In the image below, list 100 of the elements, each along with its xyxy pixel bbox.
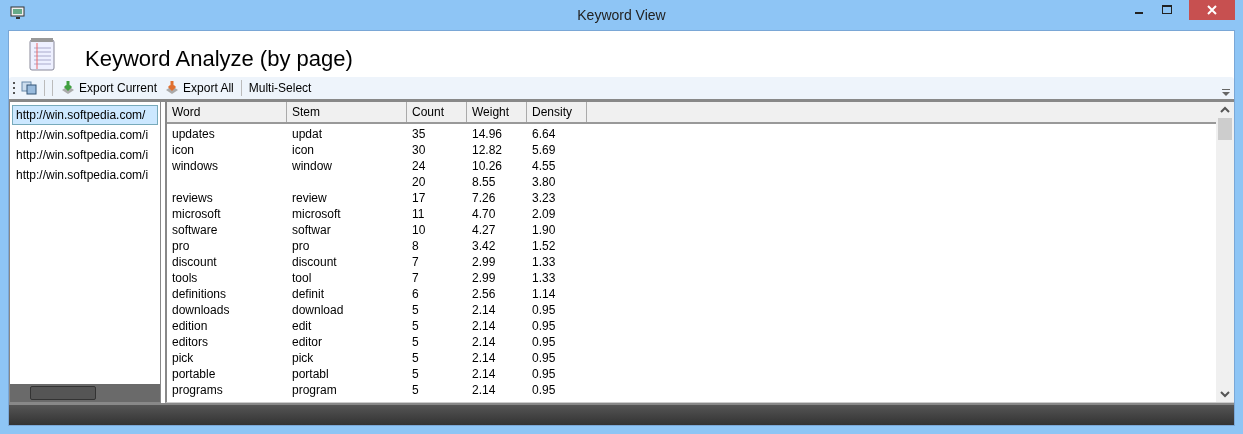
close-button[interactable]: [1189, 0, 1235, 20]
column-header[interactable]: Density: [527, 102, 587, 122]
table-cell-text: edition: [171, 318, 209, 334]
url-item[interactable]: http://win.softpedia.com/: [12, 105, 158, 125]
table-cell-text: 1.90: [531, 222, 557, 238]
table-cell-text: 2.14: [471, 382, 497, 398]
table-cell-text: review: [291, 190, 328, 206]
table-cell-text: 3.80: [531, 174, 557, 190]
table-cell-text: 3.23: [531, 190, 557, 206]
table-cell-text: 12.82: [471, 142, 504, 158]
export-all-button[interactable]: Export All: [162, 80, 236, 96]
table-cell-text: definitions: [171, 286, 228, 302]
table-cell-text: windows: [171, 158, 220, 174]
table-cell-text: 3.42: [471, 238, 497, 254]
notepad-icon: [29, 37, 55, 71]
table-cell-text: 5: [411, 350, 420, 366]
table-cell-text: 8.55: [471, 174, 497, 190]
maximize-icon: [1162, 5, 1172, 15]
table-cell-text: 4.27: [471, 222, 497, 238]
table-cell-text: microsoft: [171, 206, 222, 222]
table-cell-text: 7.26: [471, 190, 497, 206]
table-cell-text: tools: [171, 270, 199, 286]
table-cell-text: 2.14: [471, 334, 497, 350]
table-cell-text: editors: [171, 334, 210, 350]
table-cell-text: 7: [411, 254, 420, 270]
table-cell-text: pro: [171, 238, 191, 254]
scroll-up-icon[interactable]: [1220, 106, 1230, 114]
close-icon: [1207, 5, 1217, 15]
table-cell-text: 2.14: [471, 350, 497, 366]
table-cell-text: 0.95: [531, 302, 557, 318]
table-cell-text: window: [291, 158, 334, 174]
table-cell-text: 2.14: [471, 318, 497, 334]
table-cell-text: 7: [411, 270, 420, 286]
table-cell-text: 0.95: [531, 366, 557, 382]
scrollbar-thumb[interactable]: [1218, 118, 1232, 140]
table-cell-text: updates: [171, 126, 216, 142]
table-cell-text: portable: [171, 366, 217, 382]
table-cell-text: program: [291, 382, 338, 398]
table-cell-text: 10.26: [471, 158, 504, 174]
table-cell-text: edit: [291, 318, 313, 334]
multi-select-button[interactable]: Multi-Select: [246, 81, 314, 95]
table-cell-text: 8: [411, 238, 420, 254]
table-cell-text: 0.95: [531, 350, 557, 366]
table-cell-text: reviews: [171, 190, 214, 206]
table-cell-text: editor: [291, 334, 324, 350]
table-cell-text: portabl: [291, 366, 330, 382]
table-cell-text: 0.95: [531, 318, 557, 334]
table-cell-text: 2.99: [471, 254, 497, 270]
table-cell-text: discount: [291, 254, 338, 270]
table-cell-text: icon: [171, 142, 195, 158]
table-cell-text: 35: [411, 126, 427, 142]
horizontal-scrollbar[interactable]: [10, 384, 160, 402]
scroll-down-icon[interactable]: [1220, 390, 1230, 398]
table-cell-text: discount: [171, 254, 218, 270]
table-cell-text: download: [291, 302, 345, 318]
table-cell-text: pro: [291, 238, 311, 254]
table-cell-text: 5: [411, 366, 420, 382]
table-cell-text: 0.95: [531, 382, 557, 398]
table-cell-text: 1.52: [531, 238, 557, 254]
table-cell-text: 5: [411, 382, 420, 398]
url-item[interactable]: http://win.softpedia.com/i: [12, 165, 158, 185]
table-cell-text: 1.33: [531, 270, 557, 286]
vertical-scrollbar[interactable]: [1216, 102, 1234, 402]
table-cell-text: icon: [291, 142, 315, 158]
table-cell-text: 4.70: [471, 206, 497, 222]
table-cell-text: softwar: [291, 222, 332, 238]
window-title: Keyword View: [577, 7, 666, 23]
table-cell-text: 5: [411, 334, 420, 350]
copy-button[interactable]: [19, 81, 39, 95]
table-cell-text: 4.55: [531, 158, 557, 174]
table-cell-text: tool: [291, 270, 313, 286]
table-cell-text: 6: [411, 286, 420, 302]
export-current-button[interactable]: Export Current: [58, 80, 160, 96]
table-cell-text: 11: [411, 206, 426, 222]
table-cell-text: 17: [411, 190, 427, 206]
grip-icon: [13, 81, 16, 95]
url-item[interactable]: http://win.softpedia.com/i: [12, 145, 158, 165]
table-cell-text: 14.96: [471, 126, 504, 142]
table-cell-text: 20: [411, 174, 427, 190]
table-cell-text: 5: [411, 302, 420, 318]
table-cell-text: updat: [291, 126, 324, 142]
table-cell-text: 2.56: [471, 286, 497, 302]
table-cell-text: 0.95: [531, 334, 557, 350]
column-header[interactable]: Word: [167, 102, 287, 122]
table-cell-text: 30: [411, 142, 427, 158]
table-cell-text: definit: [291, 286, 326, 302]
table-cell-text: 5: [411, 318, 420, 334]
url-item[interactable]: http://win.softpedia.com/i: [12, 125, 158, 145]
table-cell-text: 2.14: [471, 302, 497, 318]
table-cell-text: microsoft: [291, 206, 342, 222]
column-header[interactable]: Count: [407, 102, 467, 122]
column-header[interactable]: Weight: [467, 102, 527, 122]
column-header[interactable]: Stem: [287, 102, 407, 122]
download-arrow-icon: [60, 80, 76, 96]
scrollbar-thumb[interactable]: [30, 386, 96, 400]
table-cell-text: programs: [171, 382, 224, 398]
table-cell-text: downloads: [171, 302, 231, 318]
minimize-icon: [1135, 12, 1143, 14]
table-cell-text: pick: [291, 350, 315, 366]
overflow-icon[interactable]: [1222, 89, 1230, 97]
